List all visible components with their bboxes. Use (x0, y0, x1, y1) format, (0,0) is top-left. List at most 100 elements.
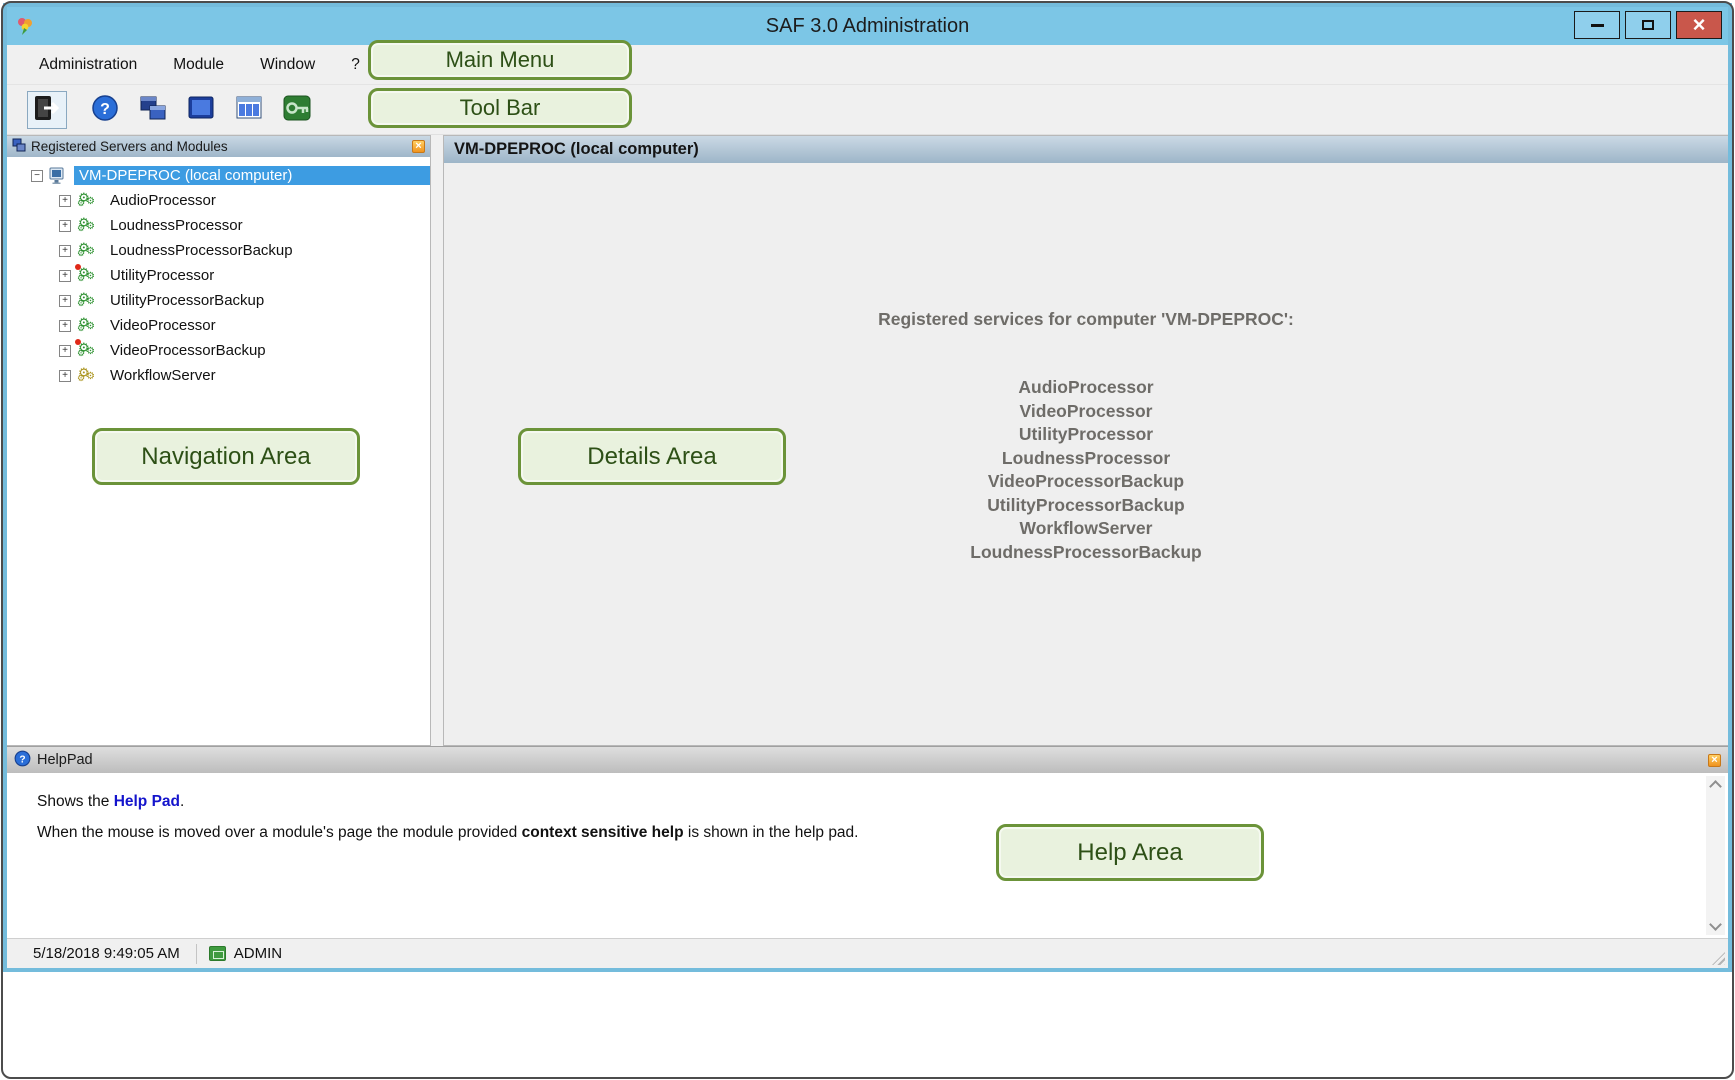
tree-item-audioprocessor[interactable]: AudioProcessor (7, 188, 430, 213)
expand-icon[interactable] (59, 320, 71, 332)
exit-button[interactable] (27, 91, 67, 129)
expand-icon[interactable] (59, 245, 71, 257)
toolbar: ? (7, 85, 1728, 135)
key-icon (282, 93, 312, 126)
expand-icon[interactable] (59, 270, 71, 282)
helppad-title: HelpPad (37, 752, 1708, 768)
window-title: SAF 3.0 Administration (7, 15, 1728, 38)
callout-help-area: Help Area (996, 824, 1264, 881)
details-header: VM-DPEPROC (local computer) (444, 136, 1728, 163)
helppad-body: Shows the Help Pad. When the mouse is mo… (7, 773, 1728, 938)
menu-administration[interactable]: Administration (35, 53, 141, 77)
helppad-header: ? HelpPad (7, 747, 1728, 773)
tree-item-label: VideoProcessor (105, 316, 221, 335)
svg-text:?: ? (19, 754, 25, 765)
callout-details-area: Details Area (518, 428, 786, 485)
maximize-icon (1642, 20, 1654, 30)
alert-dot (75, 264, 81, 270)
titlebar: SAF 3.0 Administration (7, 7, 1728, 45)
services-heading: Registered services for computer 'VM-DPE… (444, 309, 1728, 330)
tree-item-loudnessprocessor[interactable]: LoudnessProcessor (7, 213, 430, 238)
module-gears-icon (77, 317, 99, 335)
module-gears-icon (77, 292, 99, 310)
page: SAF 3.0 Administration Administration Mo… (0, 0, 1735, 1080)
expand-icon[interactable] (59, 345, 71, 357)
helppad-text: . (180, 793, 184, 810)
service-item: UtilityProcessorBackup (444, 494, 1728, 518)
tree-item-loudnessprocessorbackup[interactable]: LoudnessProcessorBackup (7, 238, 430, 263)
callout-main-menu: Main Menu (368, 40, 632, 80)
service-item: LoudnessProcessorBackup (444, 541, 1728, 565)
callout-tool-bar: Tool Bar (368, 88, 632, 128)
helppad-link[interactable]: Help Pad (114, 793, 180, 810)
expand-icon[interactable] (59, 195, 71, 207)
callout-navigation-area: Navigation Area (92, 428, 360, 485)
tree-item-videoprocessor[interactable]: VideoProcessor (7, 313, 430, 338)
screen-button[interactable] (181, 91, 221, 129)
maximize-button[interactable] (1625, 11, 1671, 39)
alert-dot (75, 339, 81, 345)
admin-icon (209, 946, 226, 961)
helppad-line-2: When the mouse is moved over a module's … (37, 824, 1668, 842)
resize-grip-icon[interactable] (1712, 952, 1725, 965)
statusbar-divider (196, 944, 197, 964)
menu-module[interactable]: Module (169, 53, 228, 77)
key-button[interactable] (277, 91, 317, 129)
server-tree: VM-DPEPROC (local computer) AudioProcess… (7, 157, 430, 388)
module-gears-icon (77, 242, 99, 260)
tree-item-utilityprocessor[interactable]: UtilityProcessor (7, 263, 430, 288)
panel-windows-icon (12, 138, 26, 155)
helppad-scrollbar[interactable] (1706, 776, 1725, 935)
svg-text:?: ? (100, 101, 110, 118)
module-gears-icon (77, 192, 99, 210)
navigation-close-icon[interactable] (412, 140, 425, 153)
expand-icon[interactable] (59, 370, 71, 382)
statusbar: 5/18/2018 9:49:05 AM ADMIN (7, 938, 1728, 968)
helppad-text: Shows the (37, 793, 114, 810)
tree-item-label: UtilityProcessorBackup (105, 291, 269, 310)
navigation-panel-title: Registered Servers and Modules (31, 139, 412, 154)
helppad-help-icon: ? (14, 750, 31, 771)
collapse-icon[interactable] (31, 170, 43, 182)
help-button[interactable]: ? (85, 91, 125, 129)
minimize-button[interactable] (1574, 11, 1620, 39)
window-controls (1574, 11, 1722, 39)
modules-button[interactable] (133, 91, 173, 129)
tree-item-label: WorkflowServer (105, 366, 221, 385)
service-item: VideoProcessor (444, 400, 1728, 424)
tree-item-root[interactable]: VM-DPEPROC (local computer) (7, 163, 430, 188)
module-gears-icon (77, 217, 99, 235)
help-icon: ? (90, 93, 120, 126)
tree-item-label: UtilityProcessor (105, 266, 219, 285)
expand-icon[interactable] (59, 295, 71, 307)
exit-icon (32, 93, 62, 126)
screen-icon (186, 93, 216, 126)
tree-item-workflowserver[interactable]: WorkflowServer (7, 363, 430, 388)
grid-button[interactable] (229, 91, 269, 129)
helppad-text: is shown in the help pad. (684, 824, 859, 841)
close-button[interactable] (1676, 11, 1722, 39)
menu-window[interactable]: Window (256, 53, 319, 77)
expand-icon[interactable] (59, 220, 71, 232)
panel-splitter[interactable] (431, 135, 443, 746)
helppad-close-icon[interactable] (1708, 754, 1721, 767)
tree-item-utilityprocessorbackup[interactable]: UtilityProcessorBackup (7, 288, 430, 313)
statusbar-user: ADMIN (234, 945, 282, 962)
close-icon (1693, 14, 1706, 36)
module-gears-icon (77, 367, 99, 385)
minimize-icon (1591, 24, 1604, 27)
service-item: WorkflowServer (444, 517, 1728, 541)
modules-icon (138, 93, 168, 126)
helppad-panel: ? HelpPad Shows the Help Pad. When the m… (7, 746, 1728, 938)
scroll-down-icon[interactable] (1709, 918, 1722, 931)
tree-item-label: LoudnessProcessorBackup (105, 241, 298, 260)
tree-item-label: LoudnessProcessor (105, 216, 248, 235)
scroll-up-icon[interactable] (1709, 780, 1722, 793)
helppad-line-1: Shows the Help Pad. (37, 793, 1668, 811)
tree-item-label: AudioProcessor (105, 191, 221, 210)
menu-help[interactable]: ? (347, 53, 364, 77)
grid-icon (234, 93, 264, 126)
navigation-panel-header: Registered Servers and Modules (7, 136, 430, 157)
statusbar-datetime: 5/18/2018 9:49:05 AM (33, 945, 180, 962)
tree-item-videoprocessorbackup[interactable]: VideoProcessorBackup (7, 338, 430, 363)
